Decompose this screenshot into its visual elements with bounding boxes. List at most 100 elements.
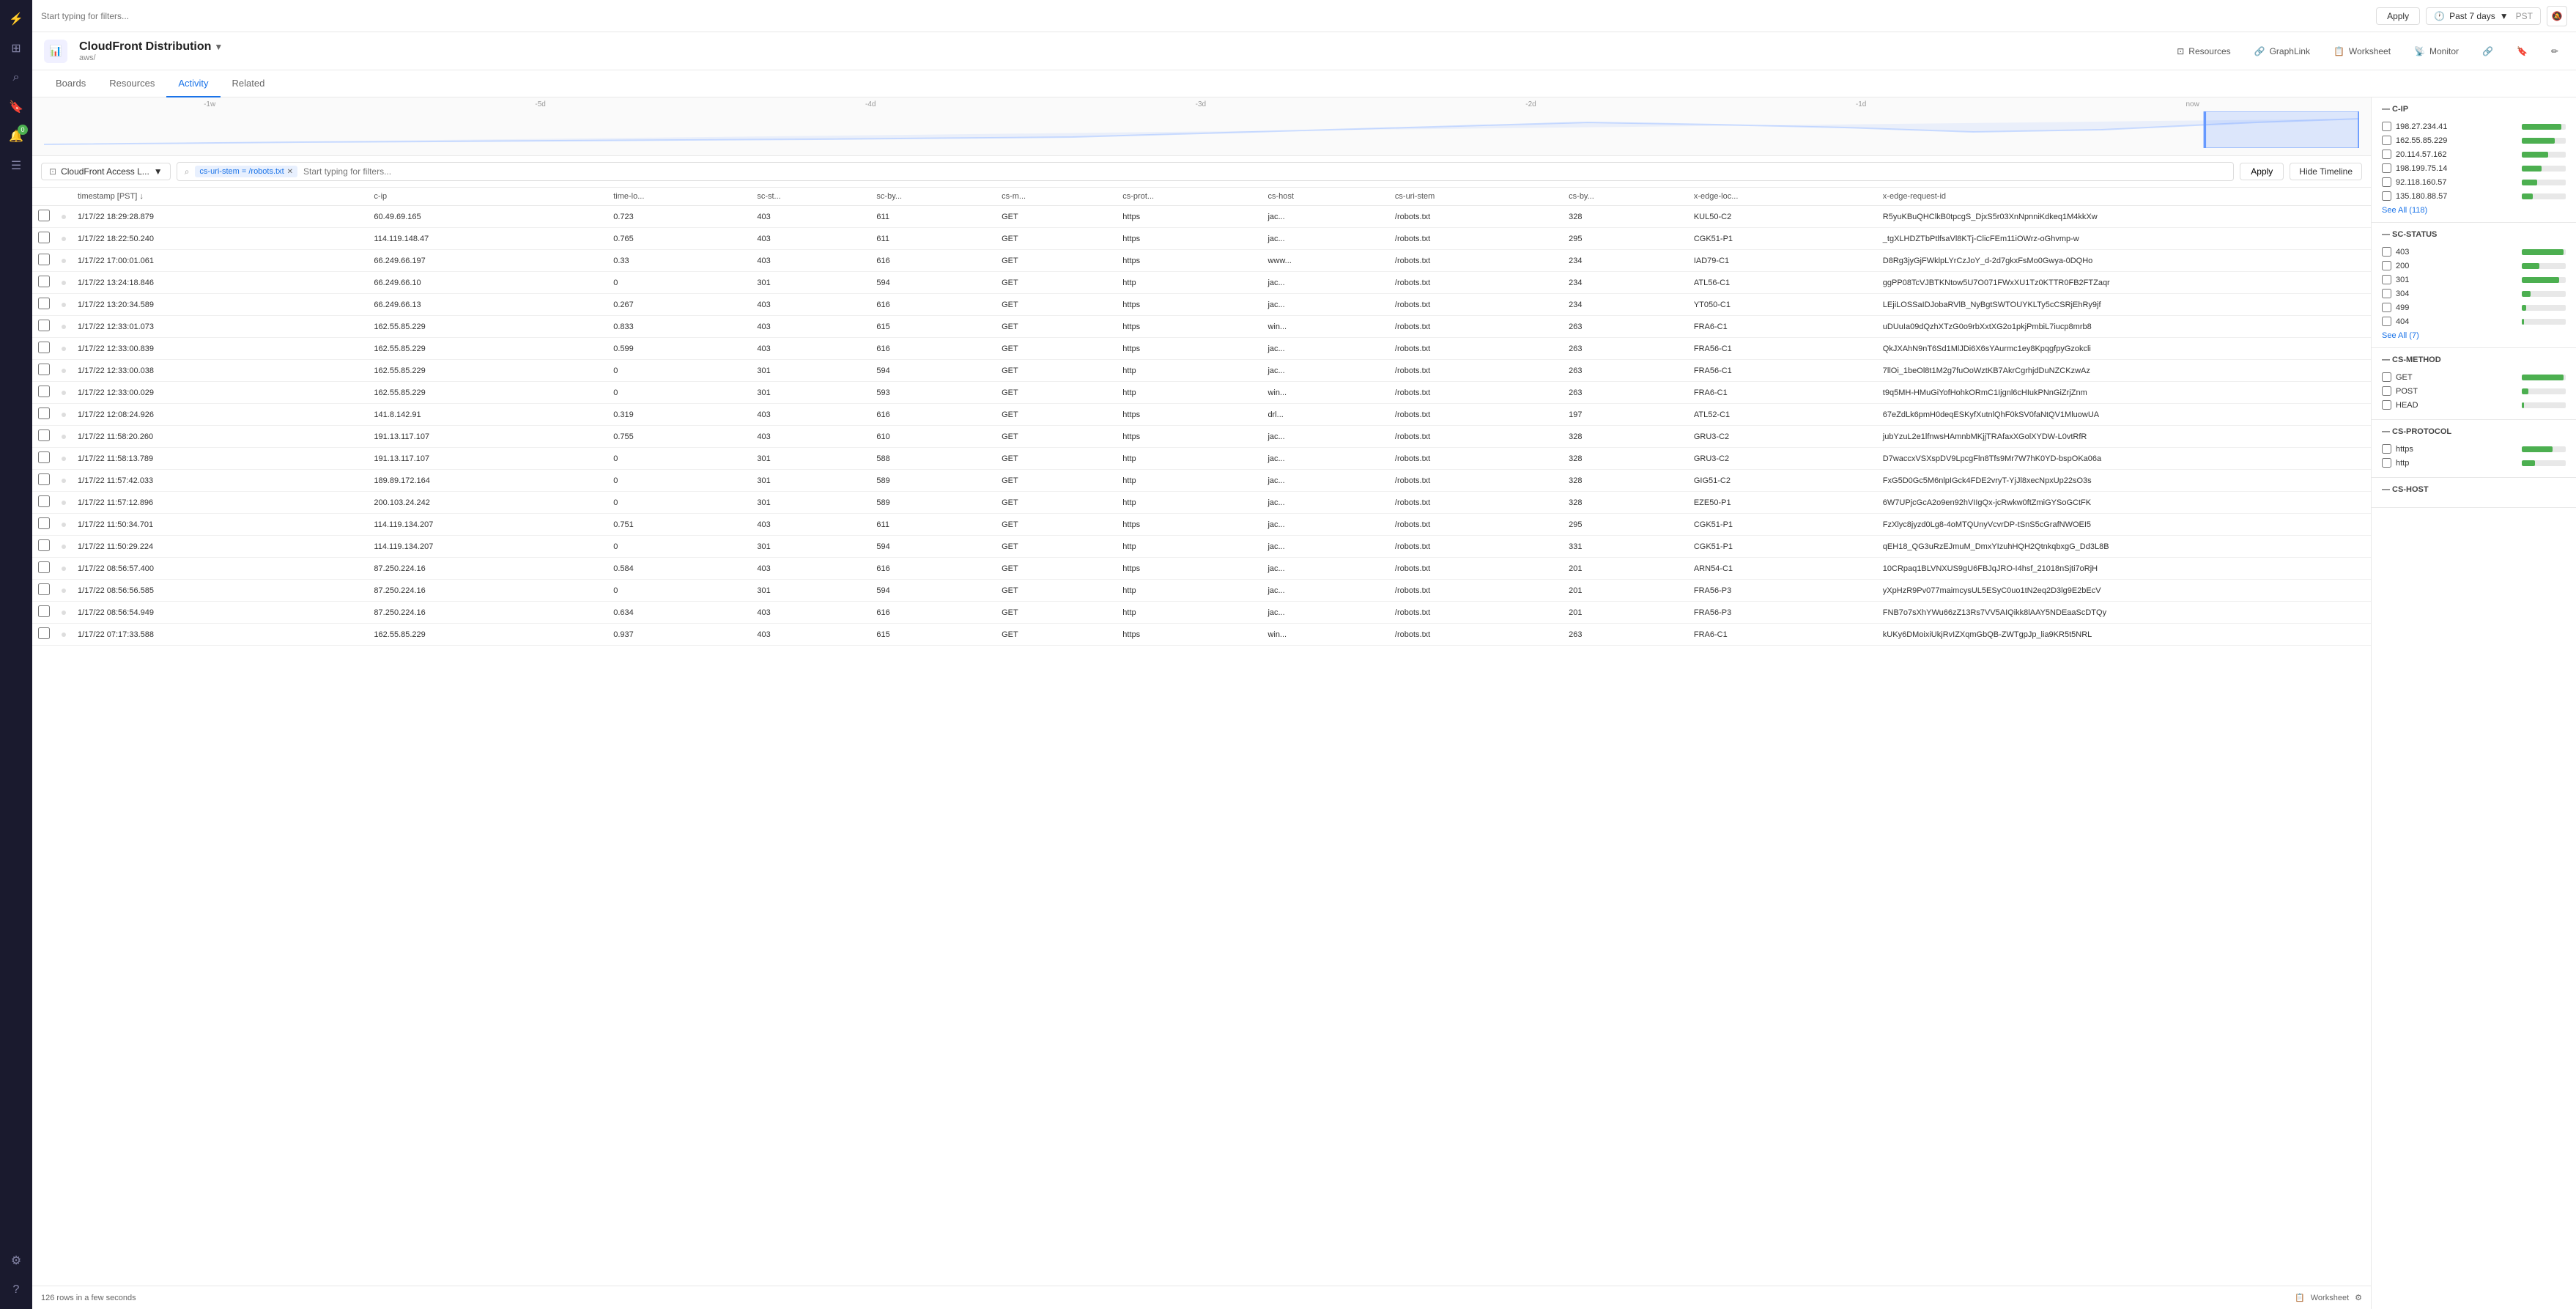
bell-notification-icon[interactable]: 🔔 [3,123,29,150]
row-sc-by: 616 [870,558,996,580]
col-cs-uri-stem[interactable]: cs-uri-stem [1389,188,1563,206]
row-checkbox-cell[interactable] [32,514,56,536]
time-range-selector[interactable]: 🕐 Past 7 days ▼ PST [2426,7,2541,25]
row-checkbox-cell[interactable] [32,206,56,228]
row-checkbox-cell[interactable] [32,404,56,426]
filter-item-checkbox[interactable] [2382,136,2391,145]
filter-item-checkbox[interactable] [2382,372,2391,382]
row-checkbox-cell[interactable] [32,470,56,492]
notifications-button[interactable]: 🔕 [2547,6,2567,26]
row-checkbox-cell[interactable] [32,316,56,338]
row-checkbox-cell[interactable] [32,360,56,382]
col-sc-st[interactable]: sc-st... [751,188,870,206]
filter-item-checkbox[interactable] [2382,303,2391,312]
row-checkbox-cell[interactable] [32,382,56,404]
col-x-edge-request-id[interactable]: x-edge-request-id [1877,188,2371,206]
settings-icon[interactable]: ⚙ [3,1247,29,1274]
row-checkbox-cell[interactable] [32,426,56,448]
row-checkbox-cell[interactable] [32,448,56,470]
resources-button[interactable]: ⊡ Resources [2171,43,2236,59]
bookmark-icon[interactable]: 🔖 [3,94,29,120]
col-timestamp[interactable]: timestamp [PST] ↓ [72,188,368,206]
row-x-edge-loc: CGK51-P1 [1688,514,1877,536]
filter-item-checkbox[interactable] [2382,177,2391,187]
topbar-filter-input[interactable] [41,6,2370,26]
row-sc-st: 403 [751,624,870,646]
col-sc-by[interactable]: sc-by... [870,188,996,206]
filter-item-checkbox[interactable] [2382,444,2391,454]
filter-item-checkbox[interactable] [2382,458,2391,468]
hide-timeline-button[interactable]: Hide Timeline [2290,163,2362,180]
tab-resources[interactable]: Resources [97,70,166,97]
row-checkbox-cell[interactable] [32,492,56,514]
filter-item-checkbox[interactable] [2382,400,2391,410]
row-sc-st: 301 [751,382,870,404]
row-time-lo: 0.634 [607,602,751,624]
edit-button[interactable]: ✏ [2545,43,2564,59]
search-icon[interactable]: ⌕ [3,64,29,91]
filter-item-checkbox[interactable] [2382,317,2391,326]
row-checkbox-cell[interactable] [32,228,56,250]
row-cs-host: jac... [1262,228,1388,250]
filter-search-input[interactable] [303,166,2226,177]
see-all-link[interactable]: See All (118) [2382,206,2427,215]
worksheet-label[interactable]: Worksheet [2311,1294,2349,1302]
col-cs-prot[interactable]: cs-prot... [1117,188,1262,206]
source-selector[interactable]: ⊡ CloudFront Access L... ▼ [41,163,171,180]
bookmark-action-button[interactable]: 🔖 [2511,43,2534,59]
row-checkbox-cell[interactable] [32,624,56,646]
see-all-link[interactable]: See All (7) [2382,331,2419,340]
menu-icon[interactable]: ☰ [3,152,29,179]
tab-related[interactable]: Related [221,70,277,97]
filter-item-checkbox[interactable] [2382,261,2391,270]
filter-item-checkbox[interactable] [2382,163,2391,173]
col-cs-host[interactable]: cs-host [1262,188,1388,206]
row-time-lo: 0.751 [607,514,751,536]
grid-icon[interactable]: ⊞ [3,35,29,62]
link-button[interactable]: 🔗 [2476,43,2499,59]
monitor-button[interactable]: 📡 Monitor [2408,43,2465,59]
tab-boards[interactable]: Boards [44,70,97,97]
filter-item-checkbox[interactable] [2382,247,2391,257]
filter-apply-button[interactable]: Apply [2240,163,2284,180]
filter-item-checkbox[interactable] [2382,122,2391,131]
col-c-ip[interactable]: c-ip [368,188,607,206]
worksheet-button[interactable]: 📋 Worksheet [2328,43,2397,59]
topbar-apply-button[interactable]: Apply [2376,7,2420,25]
settings-icon-small[interactable]: ⚙ [2355,1293,2362,1302]
row-checkbox-cell[interactable] [32,338,56,360]
col-x-edge-loc[interactable]: x-edge-loc... [1688,188,1877,206]
row-checkbox-cell[interactable] [32,250,56,272]
filter-input-area[interactable]: ⌕ cs-uri-stem = /robots.txt ✕ [177,162,2235,181]
filter-item-checkbox[interactable] [2382,289,2391,298]
row-checkbox-cell[interactable] [32,536,56,558]
row-sc-st: 301 [751,360,870,382]
resource-header: 📊 CloudFront Distribution ▼ aws/ ⊡ Resou… [32,32,2576,70]
table-row: 1/17/22 08:56:57.400 87.250.224.16 0.584… [32,558,2371,580]
row-x-edge-loc: KUL50-C2 [1688,206,1877,228]
resource-title[interactable]: CloudFront Distribution ▼ [79,40,223,54]
logo-icon[interactable]: ⚡ [3,6,29,32]
graphlink-button[interactable]: 🔗 GraphLink [2249,43,2316,59]
row-dot-cell [56,316,72,338]
filter-item-checkbox[interactable] [2382,386,2391,396]
col-time-lo[interactable]: time-lo... [607,188,751,206]
filter-tag-close-button[interactable]: ✕ [287,168,293,176]
row-checkbox-cell[interactable] [32,294,56,316]
row-cs-by: 331 [1563,536,1688,558]
help-icon[interactable]: ? [3,1277,29,1303]
row-cs-m: GET [996,470,1117,492]
row-checkbox-cell[interactable] [32,580,56,602]
row-checkbox-cell[interactable] [32,558,56,580]
chevron-down-icon: ▼ [214,42,223,52]
row-checkbox-cell[interactable] [32,602,56,624]
col-cs-by[interactable]: cs-by... [1563,188,1688,206]
filter-item-checkbox[interactable] [2382,191,2391,201]
filter-item-checkbox[interactable] [2382,150,2391,159]
row-dot-cell [56,624,72,646]
filter-item-checkbox[interactable] [2382,275,2391,284]
col-cs-m[interactable]: cs-m... [996,188,1117,206]
timeline-chart[interactable] [44,111,2359,148]
row-checkbox-cell[interactable] [32,272,56,294]
tab-activity[interactable]: Activity [166,70,220,97]
